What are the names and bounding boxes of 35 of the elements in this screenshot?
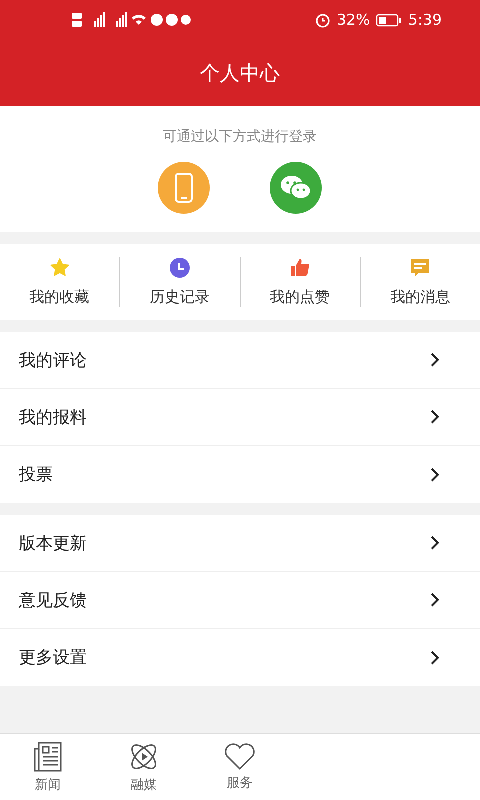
tab-item[interactable]: 服务: [192, 734, 288, 800]
heart-icon: [224, 742, 256, 770]
message-icon: [410, 258, 430, 278]
alarm-icon: [314, 12, 331, 28]
menu-item[interactable]: 意见反馈: [0, 572, 480, 629]
page-title: 个人中心: [200, 60, 280, 86]
menu-item[interactable]: 更多设置: [0, 629, 480, 686]
chevron-right-icon: [430, 466, 440, 482]
shortcut-button[interactable]: 我的收藏: [0, 258, 120, 306]
newspaper-icon: [33, 740, 63, 772]
wechat-login-button[interactable]: [270, 162, 322, 214]
menu-item[interactable]: 我的评论: [0, 332, 480, 389]
phone-login-button[interactable]: [158, 162, 210, 214]
battery-percent: 32%: [336, 11, 370, 29]
shortcut-button[interactable]: 我的消息: [360, 258, 480, 306]
clock-icon: [170, 258, 190, 278]
status-time: 5:39: [408, 11, 442, 29]
menu-item[interactable]: 投票: [0, 446, 480, 503]
menu-item[interactable]: 我的报料: [0, 389, 480, 446]
menu-item[interactable]: 版本更新: [0, 515, 480, 572]
tab-item[interactable]: 融媒: [96, 734, 192, 800]
star-icon: [50, 258, 70, 278]
chevron-right-icon: [430, 592, 440, 608]
phone-icon: [175, 173, 193, 203]
shortcut-button[interactable]: 历史记录: [120, 258, 240, 306]
shortcut-button[interactable]: 我的点赞: [240, 258, 360, 306]
chevron-right-icon: [430, 650, 440, 666]
tab-item[interactable]: 新闻: [0, 734, 96, 800]
chevron-right-icon: [430, 535, 440, 551]
login-hint: 可通过以下方式进行登录: [163, 128, 317, 146]
thumbs-up-icon: [290, 258, 310, 278]
chevron-right-icon: [430, 409, 440, 425]
battery-icon: [376, 14, 402, 26]
chevron-right-icon: [430, 352, 440, 368]
chat-bubbles-icon: [280, 175, 312, 201]
